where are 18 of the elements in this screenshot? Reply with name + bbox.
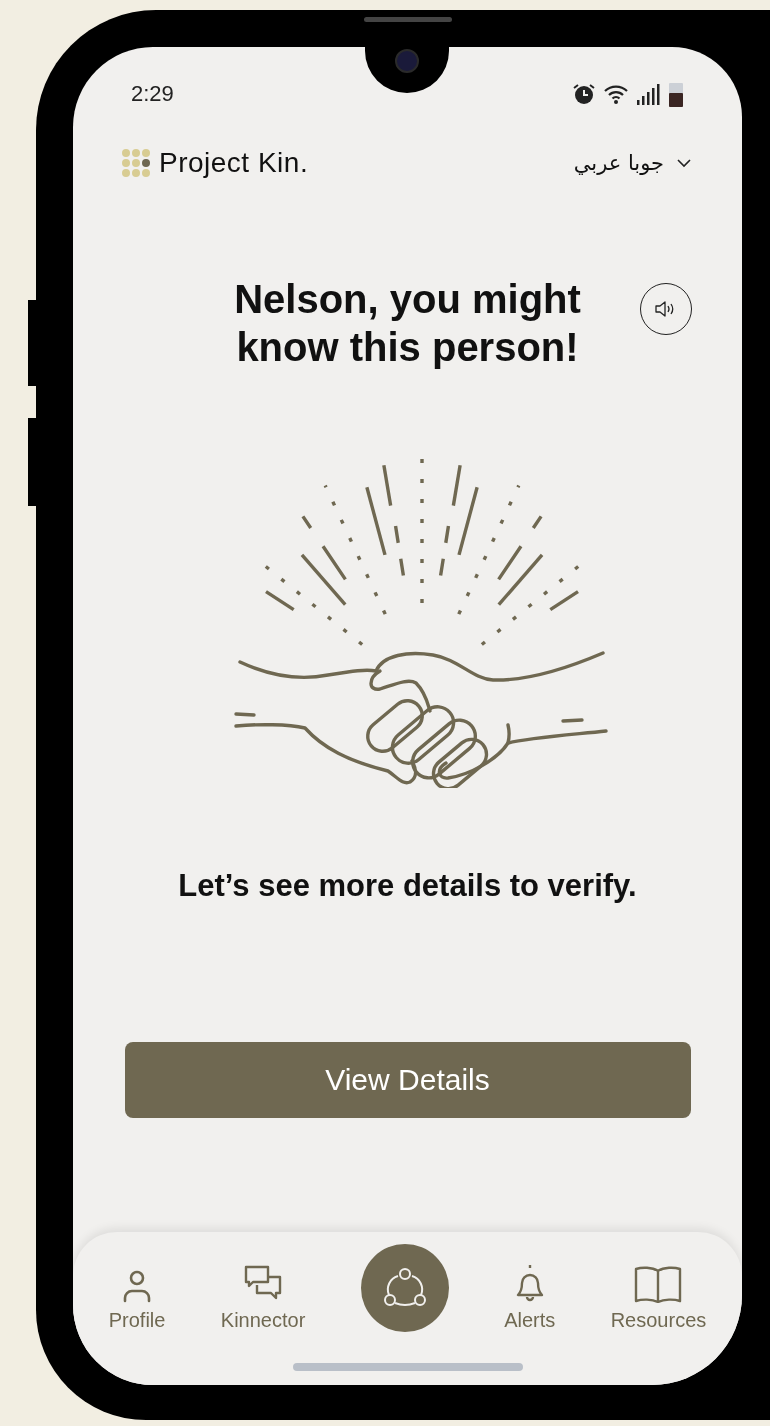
- nav-tab[interactable]: Kinnector: [220, 1244, 306, 1332]
- battery-icon: [668, 81, 684, 107]
- nav-tab[interactable]: Alerts: [504, 1244, 556, 1332]
- headline: Nelson, you might know this person!: [233, 276, 582, 371]
- view-details-button[interactable]: View Details: [124, 1042, 691, 1118]
- signal-icon: [636, 83, 660, 105]
- logo-icon: [122, 149, 150, 177]
- open-book-icon: [634, 1265, 683, 1303]
- nav-tab[interactable]: Resources: [610, 1244, 707, 1332]
- language-selector[interactable]: جوبا عربي: [573, 151, 692, 175]
- brand-name: Project Kin.: [159, 147, 309, 179]
- subtitle-text: Let’s see more details to verify.: [178, 868, 637, 904]
- status-time: 2:29: [131, 81, 174, 107]
- chevron-down-icon: [676, 158, 692, 168]
- wifi-icon: [604, 84, 628, 104]
- alarm-icon: [572, 83, 596, 105]
- network-nodes-icon: [382, 1267, 427, 1309]
- nav-tab[interactable]: Profile: [108, 1244, 166, 1332]
